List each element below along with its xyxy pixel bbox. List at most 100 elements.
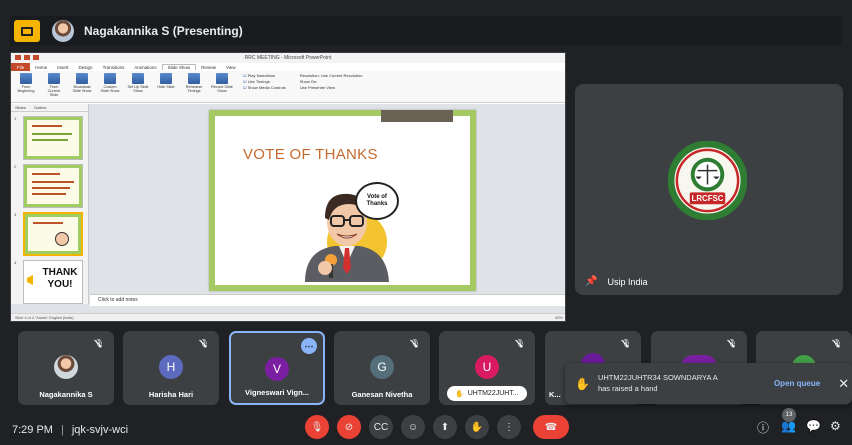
participant-tile[interactable]: 🎙 G Ganesan Nivetha (334, 331, 430, 405)
captions-icon: CC (373, 421, 389, 433)
lrcfsc-logo: LRCFSC (668, 141, 747, 220)
current-slide: VOTE OF THANKS Vote of Thanks (209, 110, 476, 291)
present-button[interactable]: ⬆ (433, 415, 457, 439)
presenting-bar: Nagakannika S (Presenting) (10, 16, 842, 46)
avatar: U (475, 355, 499, 379)
people-icon[interactable]: 👥 (781, 419, 796, 433)
present-icon: ⬆ (440, 421, 450, 433)
ppt-from-current-button: From Current Slide (43, 73, 65, 98)
slide-title: VOTE OF THANKS (243, 146, 378, 163)
participant-tile-selected[interactable]: ⋯ V Vigneswari Vign... (229, 331, 325, 405)
ppt-thumb-tabs: Slides Outline (11, 104, 88, 112)
slide-thumbnail-1 (23, 116, 83, 160)
ppt-tab-animations: Animations (134, 64, 157, 70)
slide-thumbnail-4: THANK YOU! (23, 260, 83, 304)
leave-call-button[interactable]: ☎ (533, 415, 569, 439)
ppt-status-bar: Slide 4 of 4 "Austin" English (India) 60… (11, 313, 565, 321)
notes-placeholder: Click to add notes (90, 294, 565, 306)
mic-off-icon: 🎙 (409, 339, 420, 348)
present-screen-icon[interactable] (14, 20, 40, 42)
participant-tile[interactable]: 🎙 H Harisha Hari (123, 331, 219, 405)
participant-tile[interactable]: 🎙 Nagakannika S (18, 331, 114, 405)
participant-name: Harisha Hari (148, 390, 194, 399)
ppt-tab-design: Design (78, 64, 93, 70)
meeting-info: 7:29 PM | jqk-svjv-wci (12, 424, 128, 436)
avatar: G (370, 355, 394, 379)
mic-off-icon: 🎙 (93, 339, 104, 348)
slide-decor-tab (381, 110, 453, 122)
captions-button[interactable]: CC (369, 415, 393, 439)
camera-off-icon: ⊘ (344, 421, 354, 433)
ppt-broadcast-button: Broadcast Slide Show (71, 73, 93, 93)
raise-hand-message: has raised a hand (597, 383, 658, 393)
mic-toggle-button[interactable]: 🎙 (305, 415, 329, 439)
more-options-button[interactable]: ⋮ (497, 415, 521, 439)
ppt-quick-access (15, 55, 39, 60)
ppt-record-button: Record Slide Show (211, 73, 233, 93)
more-options-icon[interactable]: ⋯ (301, 338, 317, 354)
thumb-number: 3 (14, 212, 17, 217)
hand-icon: ✋ (470, 421, 484, 433)
pinned-participant-tile[interactable]: LRCFSC 📌 Usip India (575, 84, 843, 295)
raise-hand-person: UHTM22JUHTR34 SOWNDARYA A (597, 372, 718, 382)
slide-thumbnail-2 (23, 164, 83, 208)
participant-name: Ganesan Nivetha (351, 390, 413, 399)
ppt-body: Slides Outline 1 2 3 4 THANK YOU! VOTE O… (11, 104, 565, 313)
ppt-tab-home: Home (35, 64, 48, 70)
speech-bubble: Vote of Thanks (355, 182, 399, 220)
megaphone-icon (27, 275, 33, 285)
hand-icon: ✋ (455, 390, 464, 398)
ppt-custom-show-button: Custom Slide Show (99, 73, 121, 93)
ppt-ribbon-tabs: File Home Insert Design Transitions Anim… (11, 63, 565, 71)
thumb-number: 2 (14, 164, 17, 169)
presenting-label: Nagakannika S (Presenting) (84, 24, 243, 38)
emoji-icon: ☺ (407, 421, 419, 433)
participant-tile[interactable]: 🎙 U ✋ UHTM22JUHT... (439, 331, 535, 405)
raise-hand-notification: ✋ UHTM22JUHTR34 SOWNDARYA A has raised a… (565, 363, 852, 404)
ppt-tab-slideshow: Slide Show (161, 64, 197, 70)
avatar (52, 20, 74, 42)
open-queue-button[interactable]: Open queue (774, 379, 820, 388)
pin-icon[interactable]: 📌 (585, 276, 597, 287)
ppt-window-title: RRC MEETING - Microsoft PowerPoint (244, 55, 332, 61)
mic-off-icon: 🎙 (831, 339, 842, 348)
ppt-ribbon: From Beginning From Current Slide Broadc… (11, 71, 565, 103)
hand-icon: ✋ (575, 376, 590, 391)
mic-off-icon: 🎙 (726, 339, 737, 348)
meet-window: Nagakannika S (Presenting) RRC MEETING -… (0, 0, 852, 445)
meeting-code: jqk-svjv-wci (71, 424, 129, 436)
activities-icon[interactable]: ⚙ (830, 419, 841, 433)
camera-toggle-button[interactable]: ⊘ (337, 415, 361, 439)
info-icon[interactable]: ⓘ (757, 419, 769, 436)
ppt-slide-thumbnails: Slides Outline 1 2 3 4 THANK YOU! (11, 104, 89, 304)
ppt-tab-file: File (11, 63, 31, 71)
ppt-slide-area: VOTE OF THANKS Vote of Thanks (90, 104, 565, 294)
ppt-setup-button: Set Up Slide Show (127, 73, 149, 93)
mic-off-icon: 🎙 (620, 339, 631, 348)
separator: | (60, 424, 64, 436)
mic-off-icon: 🎙 (198, 339, 209, 348)
pinned-participant-name: Usip India (607, 276, 648, 287)
ppt-rehearse-button: Rehearse Timings (183, 73, 205, 93)
avatar: V (265, 357, 289, 381)
phone-hangup-icon: ☎ (544, 421, 558, 433)
participant-name-pill: ✋ UHTM22JUHT... (447, 386, 527, 401)
ppt-status-left: Slide 4 of 4 "Austin" English (India) (15, 316, 74, 320)
ppt-zoom-level: 60% (555, 316, 563, 320)
ppt-hide-slide-button: Hide Slide (155, 73, 177, 89)
shared-screen: RRC MEETING - Microsoft PowerPoint File … (10, 52, 566, 322)
reactions-button[interactable]: ☺ (401, 415, 425, 439)
ppt-title-bar: RRC MEETING - Microsoft PowerPoint (11, 53, 565, 63)
ppt-tab-transitions: Transitions (102, 64, 125, 70)
raise-hand-button[interactable]: ✋ (465, 415, 489, 439)
chat-icon[interactable]: 💬 (806, 419, 821, 433)
pinned-name-label: 📌 Usip India (585, 276, 647, 287)
mic-off-icon: 🎙 (310, 421, 324, 433)
ppt-tab-view: View (225, 64, 236, 70)
participant-name: Vigneswari Vign... (245, 388, 309, 397)
slide-thumbnail-3 (23, 212, 83, 256)
close-icon[interactable]: ✕ (838, 376, 849, 392)
mic-off-icon: 🎙 (514, 339, 525, 348)
ppt-monitors-group: Resolution: Use Current Resolution Show … (299, 73, 363, 90)
ppt-from-beginning-button: From Beginning (15, 73, 37, 93)
